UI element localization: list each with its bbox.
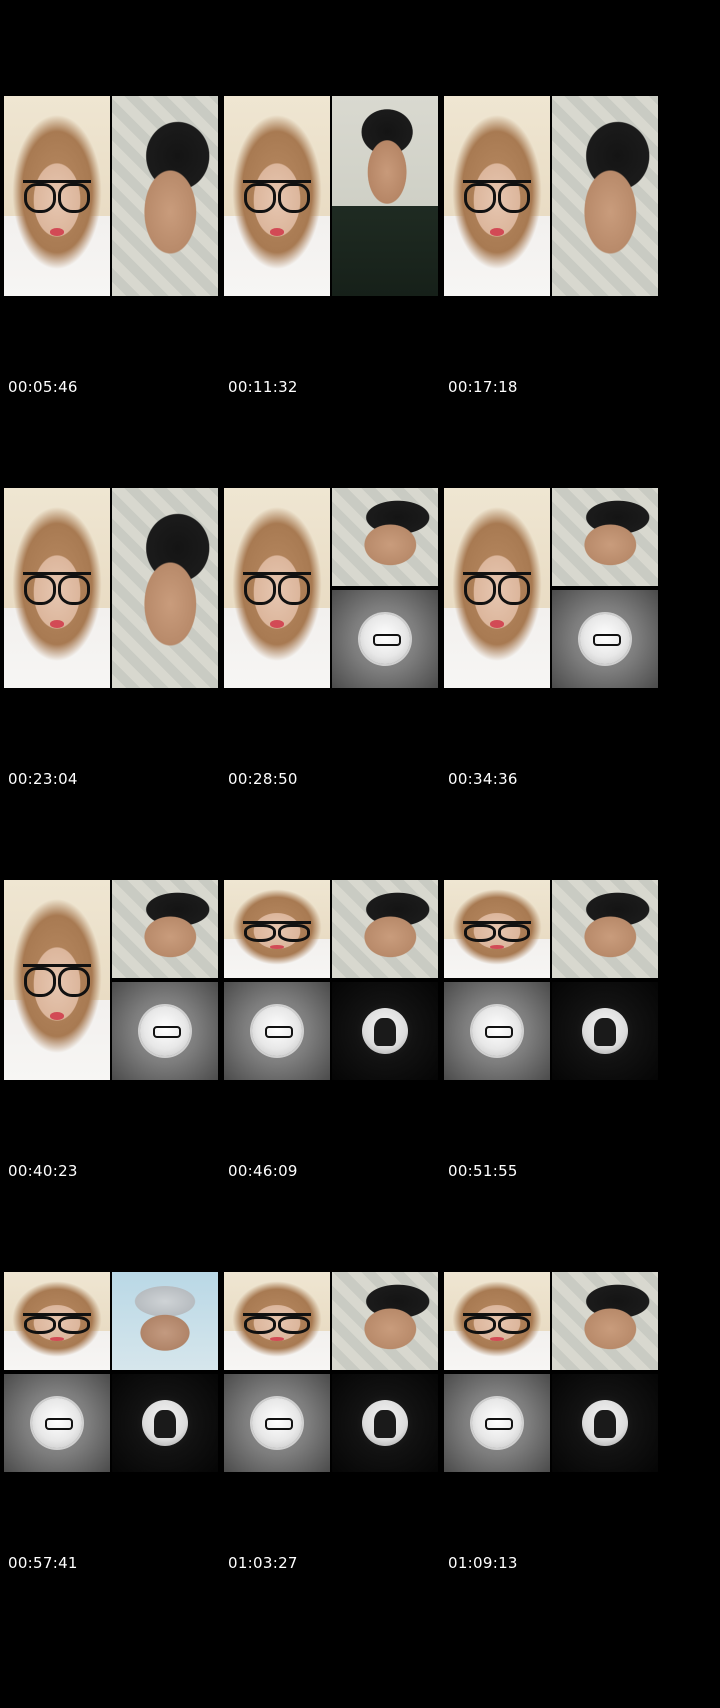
timestamp-label: 00:28:50 — [228, 770, 298, 788]
glasses-shape — [23, 572, 91, 605]
call-pane-guy — [552, 96, 658, 296]
lips-shape — [269, 1336, 285, 1341]
call-pane-girl — [444, 488, 550, 688]
lips-shape — [269, 944, 285, 949]
glasses-shape — [243, 921, 311, 942]
call-pane-dark — [332, 982, 438, 1080]
glasses-shape — [463, 572, 531, 605]
call-pane-dark — [332, 1374, 438, 1472]
glasses-shape — [463, 180, 531, 213]
call-pane-girl — [4, 488, 110, 688]
avatar-icon — [252, 1006, 302, 1056]
timestamp-label: 00:23:04 — [8, 770, 78, 788]
avatar-icon — [580, 614, 630, 664]
lips-shape — [489, 228, 505, 236]
call-pane-girl — [444, 880, 550, 978]
video-frame — [444, 488, 658, 688]
lips-shape — [269, 620, 285, 628]
lips-shape — [49, 1336, 65, 1341]
timestamp-label: 00:11:32 — [228, 378, 298, 396]
call-pane-girl — [444, 1272, 550, 1370]
timestamp-label: 01:03:27 — [228, 1554, 298, 1572]
lips-shape — [49, 228, 65, 236]
call-pane-guy — [112, 880, 218, 978]
timestamp-label: 00:34:36 — [448, 770, 518, 788]
video-frame — [4, 880, 218, 1080]
lips-shape — [489, 620, 505, 628]
glasses-shape — [23, 964, 91, 997]
avatar-icon — [252, 1398, 302, 1448]
video-frame — [224, 488, 438, 688]
call-pane-avatar — [444, 1374, 550, 1472]
timestamp-label: 01:09:13 — [448, 1554, 518, 1572]
glasses-shape — [23, 180, 91, 213]
lips-shape — [489, 944, 505, 949]
call-pane-girl — [4, 96, 110, 296]
call-pane-guy — [332, 1272, 438, 1370]
call-pane-girl — [224, 880, 330, 978]
avatar-icon — [142, 1400, 188, 1446]
timestamp-label: 00:46:09 — [228, 1162, 298, 1180]
call-pane-guy-dark — [332, 96, 438, 296]
glasses-shape — [463, 921, 531, 942]
call-pane-avatar — [4, 1374, 110, 1472]
timestamp-label: 00:57:41 — [8, 1554, 78, 1572]
call-pane-avatar — [224, 982, 330, 1080]
avatar-icon — [472, 1006, 522, 1056]
lips-shape — [49, 1012, 65, 1020]
lips-shape — [49, 620, 65, 628]
video-frame — [224, 880, 438, 1080]
call-pane-dark — [552, 1374, 658, 1472]
lips-shape — [489, 1336, 505, 1341]
call-pane-guy — [552, 488, 658, 586]
call-pane-avatar — [112, 982, 218, 1080]
call-pane-girl — [4, 880, 110, 1080]
video-frame — [224, 96, 438, 296]
call-pane-guy — [112, 96, 218, 296]
glasses-shape — [243, 1313, 311, 1334]
video-frame — [4, 488, 218, 688]
avatar-icon — [472, 1398, 522, 1448]
video-frame — [444, 96, 658, 296]
timestamp-label: 00:17:18 — [448, 378, 518, 396]
lips-shape — [269, 228, 285, 236]
call-pane-girl — [224, 488, 330, 688]
timestamp-label: 00:51:55 — [448, 1162, 518, 1180]
call-pane-guy — [552, 880, 658, 978]
call-pane-dark — [112, 1374, 218, 1472]
call-pane-girl — [444, 96, 550, 296]
call-pane-avatar — [224, 1374, 330, 1472]
glasses-shape — [243, 572, 311, 605]
call-pane-avatar — [444, 982, 550, 1080]
call-pane-girl — [224, 96, 330, 296]
call-pane-dark — [552, 982, 658, 1080]
call-pane-guy-blue — [112, 1272, 218, 1370]
avatar-icon — [582, 1400, 628, 1446]
call-pane-avatar — [332, 590, 438, 688]
avatar-icon — [360, 614, 410, 664]
glasses-shape — [243, 180, 311, 213]
call-pane-girl — [224, 1272, 330, 1370]
video-frame — [4, 1272, 218, 1472]
call-pane-avatar — [552, 590, 658, 688]
avatar-icon — [362, 1008, 408, 1054]
avatar-icon — [140, 1006, 190, 1056]
video-frame — [444, 1272, 658, 1472]
avatar-icon — [582, 1008, 628, 1054]
glasses-shape — [23, 1313, 91, 1334]
video-frame — [4, 96, 218, 296]
video-frame — [224, 1272, 438, 1472]
call-pane-guy — [332, 880, 438, 978]
call-pane-guy — [112, 488, 218, 688]
glasses-shape — [463, 1313, 531, 1334]
call-pane-guy — [552, 1272, 658, 1370]
video-frame — [444, 880, 658, 1080]
call-pane-girl — [4, 1272, 110, 1370]
avatar-icon — [362, 1400, 408, 1446]
timestamp-label: 00:05:46 — [8, 378, 78, 396]
avatar-icon — [32, 1398, 82, 1448]
timestamp-label: 00:40:23 — [8, 1162, 78, 1180]
call-pane-guy — [332, 488, 438, 586]
